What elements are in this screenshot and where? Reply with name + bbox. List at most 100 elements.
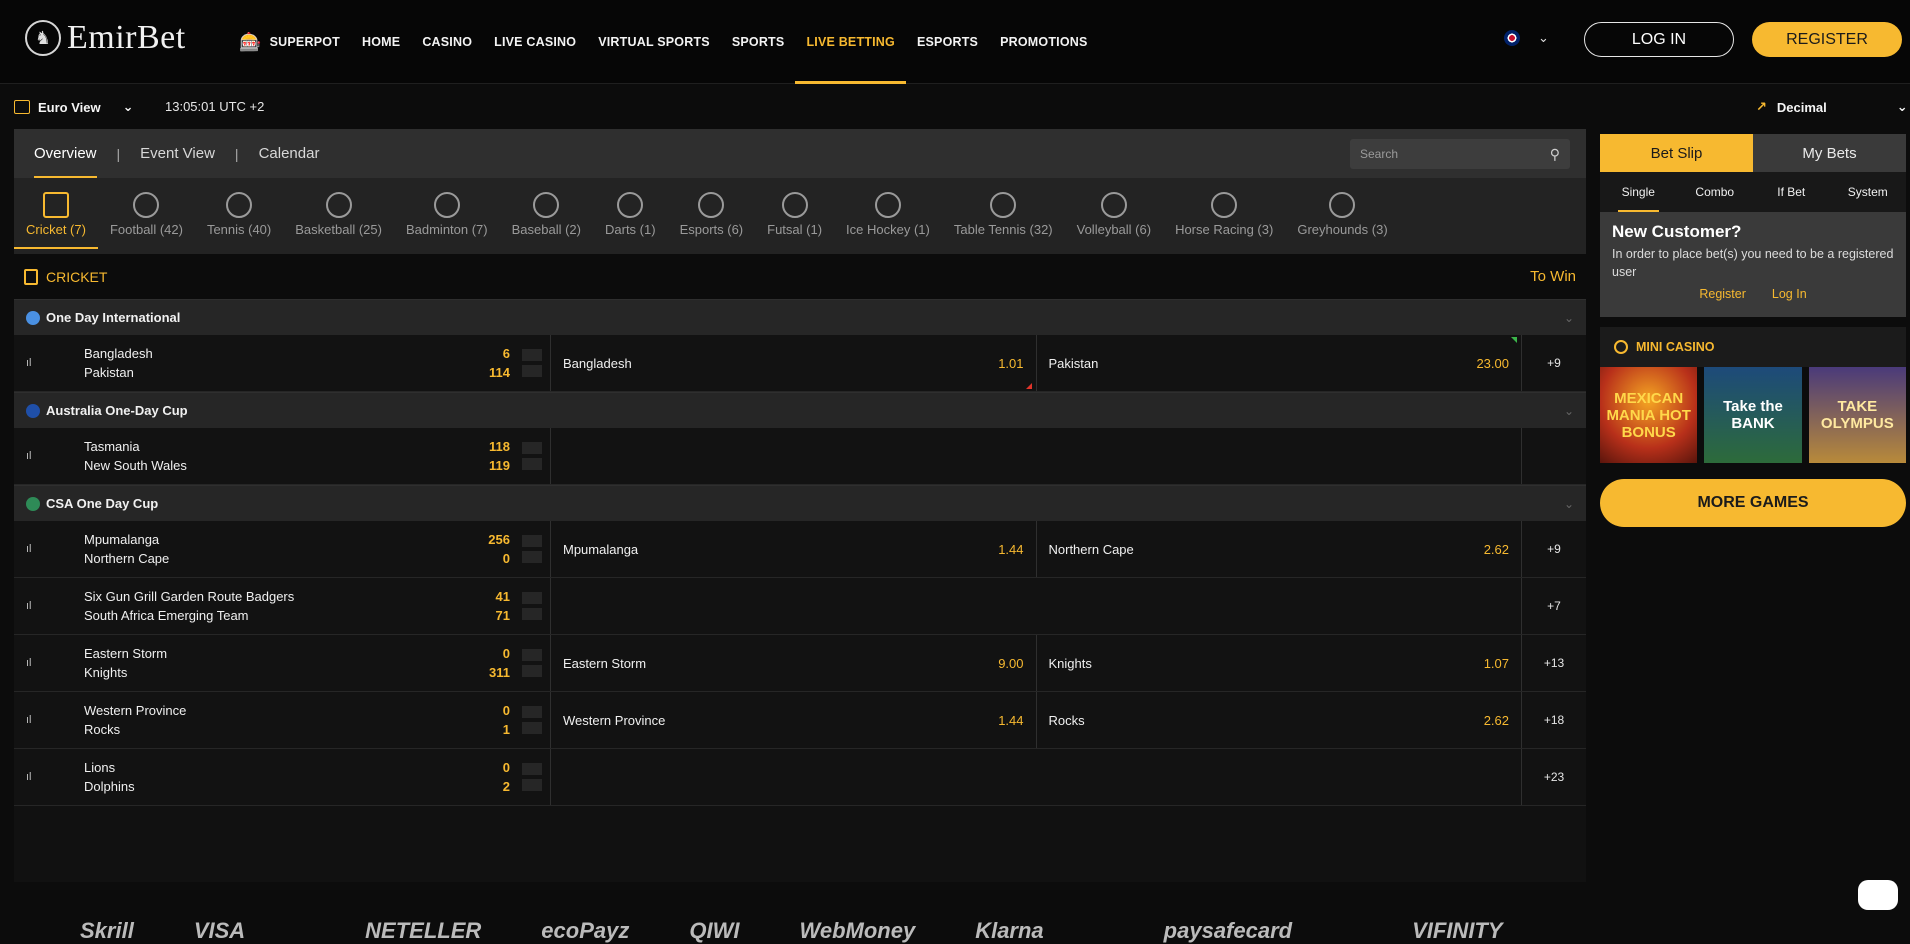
search-box: ⚲ (1350, 139, 1570, 169)
tab-overview[interactable]: Overview (14, 129, 117, 178)
section-title-text: CRICKET (46, 268, 108, 285)
league-header[interactable]: One Day International ⌄ (14, 299, 1586, 335)
tab-bet-slip[interactable]: Bet Slip (1600, 134, 1753, 172)
match-row[interactable]: ıl Eastern Storm Knights 0 311 Eastern Storm 9… (14, 635, 1586, 692)
sport-filter-futsal[interactable]: Futsal (1) (755, 192, 834, 237)
odd-away[interactable]: Pakistan 23.00 (1037, 335, 1522, 391)
nav-item-live-casino[interactable]: LIVE CASINO (483, 0, 587, 84)
more-markets-button[interactable]: +9 (1522, 521, 1586, 577)
bet-type-single[interactable]: Single (1600, 172, 1677, 212)
match-teams: Mpumalanga Northern Cape (84, 521, 474, 577)
match-row[interactable]: ıl Mpumalanga Northern Cape 256 0 Mpumalanga 1… (14, 521, 1586, 578)
match-teams: Eastern Storm Knights (84, 635, 474, 691)
view-selector[interactable]: Euro View ⌄ (14, 99, 134, 115)
stats-icon[interactable]: ıl (14, 635, 84, 691)
odd-home[interactable]: Mpumalanga 1.44 (551, 521, 1037, 577)
more-markets-button[interactable]: +7 (1522, 578, 1586, 634)
nav-item-superpot[interactable]: 🎰 SUPERPOT (228, 0, 351, 84)
stats-icon[interactable]: ıl (14, 428, 84, 484)
stats-icon[interactable]: ıl (14, 692, 84, 748)
stats-icon[interactable]: ıl (14, 335, 84, 391)
match-row[interactable]: ıl Bangladesh Pakistan 6 114 Bangladesh 1.01 Pa… (14, 335, 1586, 392)
uk-flag-icon (1504, 30, 1520, 46)
new-customer-title: New Customer? (1612, 222, 1742, 241)
odds-group: Eastern Storm 9.00 Knights 1.07 (550, 635, 1522, 691)
game-tile-take-the-bank[interactable]: Take the BANK (1704, 367, 1802, 463)
bet-type-if-bet[interactable]: If Bet (1753, 172, 1830, 212)
sport-filter-table-tennis[interactable]: Table Tennis (32) (942, 192, 1065, 237)
nav-item-virtual-sports[interactable]: VIRTUAL SPORTS (587, 0, 721, 84)
search-icon[interactable]: ⚲ (1550, 146, 1560, 163)
sport-filter-cricket[interactable]: Cricket (7) (14, 192, 98, 249)
league-header[interactable]: CSA One Day Cup ⌄ (14, 485, 1586, 521)
login-link[interactable]: Log In (1772, 287, 1807, 301)
sport-filter-ice-hockey[interactable]: Ice Hockey (1) (834, 192, 942, 237)
odd-away[interactable]: Northern Cape 2.62 (1037, 521, 1522, 577)
odd-home[interactable]: Western Province 1.44 (551, 692, 1037, 748)
odds-empty (551, 749, 1522, 805)
odd-away[interactable]: Rocks 2.62 (1037, 692, 1522, 748)
sport-filter-tennis[interactable]: Tennis (40) (195, 192, 283, 237)
sport-filter-baseball[interactable]: Baseball (2) (500, 192, 593, 237)
team-away: Knights (84, 665, 128, 680)
more-markets-button[interactable] (1522, 428, 1586, 484)
tab-my-bets[interactable]: My Bets (1753, 134, 1906, 172)
login-button[interactable]: LOG IN (1584, 22, 1734, 57)
chevron-down-icon[interactable]: ⌄ (1564, 497, 1574, 511)
bet-type-system[interactable]: System (1830, 172, 1907, 212)
more-markets-button[interactable]: +23 (1522, 749, 1586, 805)
more-markets-button[interactable]: +9 (1522, 335, 1586, 391)
game-tile-take-olympus[interactable]: TAKE OLYMPUS (1808, 367, 1906, 463)
register-button[interactable]: REGISTER (1752, 22, 1902, 57)
sport-filter-horse-racing[interactable]: Horse Racing (3) (1163, 192, 1285, 237)
more-markets-button[interactable]: +18 (1522, 692, 1586, 748)
bet-type-combo[interactable]: Combo (1677, 172, 1754, 212)
new-customer-box: New Customer? In order to place bet(s) y… (1600, 212, 1906, 317)
more-markets-button[interactable]: +13 (1522, 635, 1586, 691)
sport-filter-greyhounds[interactable]: Greyhounds (3) (1285, 192, 1399, 237)
nav-item-promotions[interactable]: PROMOTIONS (989, 0, 1098, 84)
score-box (522, 592, 542, 604)
odd-home[interactable]: Bangladesh 1.01 (551, 335, 1037, 391)
match-row[interactable]: ıl Six Gun Grill Garden Route Badgers Sout… (14, 578, 1586, 635)
odd-home[interactable]: Eastern Storm 9.00 (551, 635, 1037, 691)
stats-icon[interactable]: ıl (14, 578, 84, 634)
score-away: 311 (489, 665, 510, 680)
team-home: Mpumalanga (84, 532, 160, 547)
more-games-button[interactable]: MORE GAMES (1600, 479, 1906, 527)
game-tile-mexican-mania[interactable]: MEXICAN MANIA HOT BONUS (1600, 367, 1698, 463)
chat-icon[interactable] (1858, 880, 1898, 910)
match-row[interactable]: ıl Tasmania New South Wales 118 119 (14, 428, 1586, 485)
sport-filter-esports[interactable]: Esports (6) (668, 192, 756, 237)
match-row[interactable]: ıl Lions Dolphins 0 2 +23 (14, 749, 1586, 806)
sport-filter-basketball[interactable]: Basketball (25) (283, 192, 394, 237)
sport-filter-football[interactable]: Football (42) (98, 192, 195, 237)
chevron-down-icon[interactable]: ⌄ (1564, 311, 1574, 325)
league-header[interactable]: Australia One-Day Cup ⌄ (14, 392, 1586, 428)
nav-item-sports[interactable]: SPORTS (721, 0, 796, 84)
chevron-down-icon[interactable]: ⌄ (1564, 404, 1574, 418)
tab-calendar[interactable]: Calendar (239, 129, 340, 178)
stats-icon[interactable]: ıl (14, 749, 84, 805)
register-link[interactable]: Register (1699, 287, 1746, 301)
language-selector[interactable]: ⌄ (1504, 30, 1549, 46)
odds-format-selector[interactable]: ↗ Decimal ⌄ (1756, 99, 1908, 115)
nav-item-home[interactable]: HOME (351, 0, 411, 84)
nav-item-casino[interactable]: CASINO (411, 0, 483, 84)
tab-event-view[interactable]: Event View (120, 129, 235, 178)
match-row[interactable]: ıl Western Province Rocks 0 1 Western Provinc… (14, 692, 1586, 749)
nav-item-live-betting[interactable]: LIVE BETTING (795, 0, 906, 84)
match-scores: 6 114 (474, 335, 514, 391)
sport-filter-darts[interactable]: Darts (1) (593, 192, 668, 237)
sport-filter-volleyball[interactable]: Volleyball (6) (1065, 192, 1163, 237)
sport-filter-badminton[interactable]: Badminton (7) (394, 192, 500, 237)
score-box (522, 649, 542, 661)
content-filler (14, 806, 1586, 882)
odd-away[interactable]: Knights 1.07 (1037, 635, 1522, 691)
stats-icon[interactable]: ıl (14, 521, 84, 577)
nav-item-esports[interactable]: ESPORTS (906, 0, 989, 84)
brand-logo[interactable]: ♞ EmirBet (25, 19, 186, 57)
horse-racing-icon (1211, 192, 1238, 218)
search-input[interactable] (1360, 147, 1530, 161)
ice-hockey-icon (874, 192, 901, 218)
